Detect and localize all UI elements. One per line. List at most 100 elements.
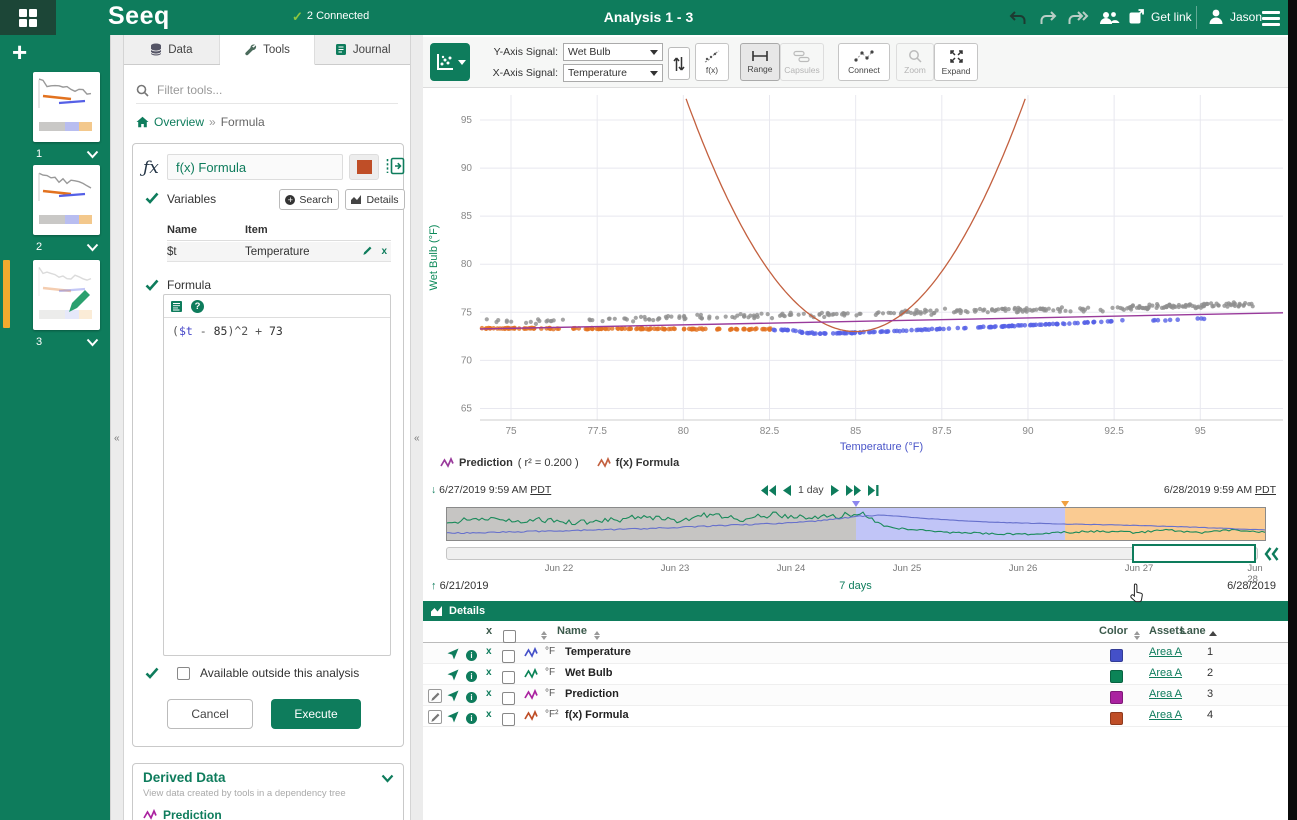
undo-button[interactable] (1006, 8, 1030, 28)
connection-status[interactable]: ✓ 2 Connected (292, 10, 369, 22)
collaborators-icon[interactable] (1097, 8, 1121, 28)
y-axis-signal-select[interactable]: Wet Bulb (563, 43, 663, 61)
name-header[interactable]: Name (557, 625, 587, 637)
step-to-end-icon[interactable] (868, 485, 879, 496)
remove-icon[interactable]: x (486, 709, 492, 720)
execute-button[interactable]: Execute (271, 699, 361, 729)
connect-button[interactable]: Connect (838, 43, 890, 81)
expand-button[interactable]: Expand (934, 43, 978, 81)
item-name[interactable]: Temperature (565, 646, 631, 658)
item-name[interactable]: Wet Bulb (565, 667, 612, 679)
range-end[interactable]: 6/28/2019 9:59 AM PDT (1164, 484, 1276, 496)
step-forward-icon[interactable] (831, 485, 839, 496)
color-header[interactable]: Color (1099, 625, 1128, 637)
expand-icon (949, 49, 964, 64)
table-row[interactable]: ix°F²f(x) FormulaArea A4 (423, 706, 1288, 727)
worksheet-menu-chevron[interactable] (86, 148, 99, 162)
asset-link[interactable]: Area A (1149, 688, 1182, 700)
details-variable-button[interactable]: Details (345, 189, 405, 210)
remove-variable-button[interactable]: x (381, 246, 387, 257)
svg-text:75: 75 (505, 426, 517, 437)
hamburger-menu[interactable] (1262, 8, 1280, 29)
slider-expand-icon[interactable] (1264, 546, 1280, 562)
worksheet-thumbnail-2[interactable] (33, 165, 100, 235)
send-to-worksheet-icon[interactable] (447, 711, 459, 726)
view-selector-button[interactable] (430, 43, 470, 81)
formula-code[interactable]: ($t - 85)^2 + 73 (164, 318, 390, 344)
range-slider-selection[interactable] (1132, 544, 1255, 563)
scatter-chart[interactable]: 657075808590957577.58082.58587.59092.595… (423, 88, 1288, 455)
table-row[interactable]: ix°FTemperatureArea A1 (423, 643, 1288, 664)
remove-all-header[interactable]: x (486, 625, 492, 637)
add-worksheet-button[interactable]: + (12, 39, 27, 65)
legend-item[interactable]: f(x) Formula (597, 457, 685, 469)
range-start[interactable]: ↓ 6/27/2019 9:59 AM PDT (431, 484, 551, 496)
table-row[interactable]: ix°FWet BulbArea A2 (423, 664, 1288, 685)
investigate-timeline[interactable] (446, 501, 1266, 541)
investigate-duration[interactable]: 7 days (423, 580, 1288, 592)
redo-button[interactable] (1036, 8, 1060, 28)
swap-axes-button[interactable] (668, 47, 690, 80)
worksheet-menu-chevron[interactable] (86, 336, 99, 350)
remove-icon[interactable]: x (486, 646, 492, 657)
sort-asc-icon[interactable] (1209, 627, 1217, 639)
user-menu[interactable]: Jason (1208, 8, 1262, 25)
tab-data[interactable]: Data (124, 35, 220, 64)
worksheet-thumbnail-1[interactable] (33, 72, 100, 142)
filter-tools-input[interactable]: Filter tools... (136, 77, 398, 104)
search-variable-button[interactable]: + Search (279, 189, 339, 210)
asset-link[interactable]: Area A (1149, 646, 1182, 658)
step-back-icon[interactable] (783, 485, 791, 496)
details-header-bar[interactable]: Details (423, 601, 1288, 621)
formula-tool-card: ƒx f(x) Formula Variables + Search Detai… (132, 143, 404, 747)
range-button[interactable]: Range (740, 43, 780, 81)
investigate-end[interactable]: 6/28/2019 (1227, 580, 1276, 592)
signal-icon (143, 809, 157, 820)
edit-variable-button[interactable] (362, 245, 373, 259)
formula-editor[interactable]: ? ($t - 85)^2 + 73 (163, 294, 391, 656)
worksheet-menu-chevron[interactable] (86, 241, 99, 255)
chevron-down-icon[interactable] (381, 774, 394, 783)
remove-icon[interactable]: x (486, 688, 492, 699)
send-to-worksheet-icon[interactable] (447, 669, 459, 684)
send-to-worksheet-icon[interactable] (447, 690, 459, 705)
capsules-button[interactable]: Capsules (780, 43, 824, 81)
get-link-button[interactable]: Get link (1128, 8, 1192, 25)
item-name[interactable]: Prediction (565, 688, 619, 700)
zoom-button[interactable]: Zoom (896, 43, 934, 81)
asset-link[interactable]: Area A (1149, 667, 1182, 679)
dock-panel-icon[interactable] (385, 157, 405, 178)
lane-header[interactable]: Lane (1180, 625, 1206, 637)
breadcrumb-overview[interactable]: Overview (154, 115, 204, 129)
edit-tool-icon[interactable] (428, 689, 442, 703)
sidebar-collapse-handle[interactable]: « (110, 35, 124, 820)
worksheet-thumbnail-3[interactable] (33, 260, 100, 330)
remove-icon[interactable]: x (486, 667, 492, 678)
derived-item-prediction[interactable]: Prediction (143, 808, 222, 820)
app-launcher-button[interactable] (0, 0, 56, 35)
available-outside-checkbox[interactable] (177, 667, 190, 680)
edit-tool-icon[interactable] (428, 710, 442, 724)
send-to-worksheet-icon[interactable] (447, 648, 459, 663)
legend-item[interactable]: Prediction( r² = 0.200 ) (440, 457, 579, 469)
formula-name-input[interactable]: f(x) Formula (167, 154, 343, 180)
cancel-button[interactable]: Cancel (167, 699, 253, 729)
scope-check-icon (145, 667, 159, 679)
item-name[interactable]: f(x) Formula (565, 709, 629, 721)
step-size-label[interactable]: 1 day (798, 484, 824, 496)
x-axis-signal-select[interactable]: Temperature (563, 64, 663, 82)
document-icon[interactable] (170, 300, 183, 313)
help-icon[interactable]: ? (191, 300, 204, 313)
tab-tools[interactable]: Tools (220, 35, 316, 65)
step-forward-fast-icon[interactable] (846, 485, 861, 496)
asset-link[interactable]: Area A (1149, 709, 1182, 721)
redo-all-button[interactable] (1066, 8, 1090, 28)
tab-journal[interactable]: Journal (315, 35, 410, 64)
panel-collapse-handle[interactable]: « (410, 35, 424, 820)
seeq-logo[interactable]: Seeq (108, 2, 170, 31)
fx-regression-button[interactable]: f(x) (695, 43, 729, 81)
step-back-fast-icon[interactable] (761, 485, 776, 496)
wrench-icon (244, 43, 257, 56)
color-picker-button[interactable] (349, 154, 379, 180)
table-row[interactable]: ix°FPredictionArea A3 (423, 685, 1288, 706)
